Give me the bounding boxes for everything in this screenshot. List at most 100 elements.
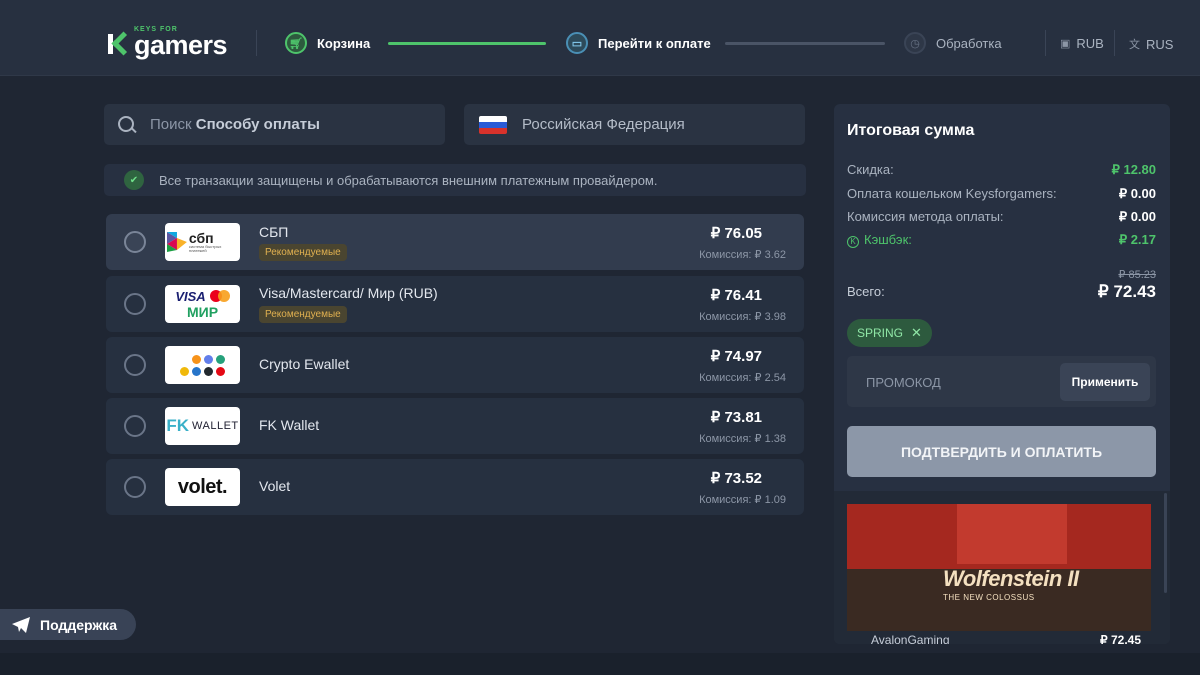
method-price: ₽ 76.05: [710, 225, 762, 242]
progress-line-done: [388, 42, 546, 45]
shield-icon: ✔: [124, 170, 144, 190]
cashback-icon: K: [847, 236, 859, 248]
cover-sky: [957, 504, 1067, 564]
method-name: FK Wallet: [259, 417, 320, 433]
mastercard-icon: [209, 290, 230, 302]
method-fee: Комиссия: ₽ 2.54: [699, 372, 786, 384]
payment-search-input[interactable]: Поиск Способу оплаты: [104, 104, 445, 145]
cashback-value: ₽ 2.17: [1118, 232, 1156, 247]
logo-word: gamers: [134, 30, 228, 60]
game-subtitle: THE NEW COLOSSUS: [943, 593, 1035, 602]
mir-logo-text: МИР: [186, 303, 219, 320]
header-divider: [256, 30, 257, 56]
support-button[interactable]: Поддержка: [0, 609, 136, 640]
radio-button[interactable]: [124, 293, 146, 315]
notice-text: Все транзакции защищены и обрабатываются…: [159, 172, 658, 188]
progress-line-pending: [725, 42, 885, 45]
fk-mark-icon: FK: [166, 416, 190, 435]
step-checkout[interactable]: ▭ Перейти к оплате: [566, 32, 711, 54]
method-fee: Комиссия: ₽ 3.98: [699, 311, 786, 323]
payment-method-volet[interactable]: volet. Volet ₽ 73.52 Комиссия: ₽ 1.09: [106, 459, 804, 515]
method-price: ₽ 74.97: [710, 348, 762, 365]
seller-name: AvalonGaming: [871, 633, 950, 644]
step-cart[interactable]: 🛒︎ Корзина: [285, 32, 370, 54]
country-name: Российская Федерация: [522, 116, 685, 133]
sbp-logo-subtext: система быстрых платежей: [188, 244, 222, 253]
total-value: ₽ 72.43: [1097, 282, 1156, 301]
cart-item-preview: Wolfenstein II THE NEW COLOSSUS AvalonGa…: [834, 491, 1170, 644]
telegram-icon: [12, 616, 30, 633]
method-fee: Комиссия: ₽ 3.62: [699, 249, 786, 261]
confirm-pay-button[interactable]: ПОДТВЕРДИТЬ И ОПЛАТИТЬ: [847, 426, 1156, 477]
payment-method-sbp[interactable]: сбп система быстрых платежей СБП Рекомен…: [106, 214, 804, 270]
total-label: Всего:: [847, 284, 885, 299]
summary-row-cashback: K Кэшбэк: ₽ 2.17: [847, 232, 1156, 248]
russia-flag-icon: [479, 115, 507, 134]
clock-icon: ◷: [904, 32, 926, 54]
search-icon: [118, 115, 136, 134]
volet-logo: volet.: [165, 468, 240, 506]
payment-method-crypto[interactable]: Crypto Ewallet ₽ 74.97 Комиссия: ₽ 2.54: [106, 337, 804, 393]
support-label: Поддержка: [40, 616, 118, 633]
item-price: ₽ 72.45: [1100, 633, 1141, 644]
sbp-logo-text: сбп: [188, 230, 214, 246]
summary-title: Итоговая сумма: [847, 122, 975, 139]
cashback-label: K Кэшбэк:: [847, 232, 912, 248]
currency-selector[interactable]: ▣ RUB: [1060, 36, 1104, 51]
radio-button[interactable]: [124, 415, 146, 437]
translate-icon: 文: [1129, 39, 1140, 51]
header-divider: [1045, 30, 1046, 56]
step-processing: ◷ Обработка: [904, 32, 1002, 54]
bottom-strip: [0, 653, 1200, 675]
search-placeholder-bold: Способу оплаты: [195, 116, 320, 133]
promo-placeholder: ПРОМОКОД: [866, 375, 941, 390]
cart-item-meta: AvalonGaming ₽ 72.45: [847, 633, 1151, 644]
method-name: Crypto Ewallet: [259, 356, 350, 372]
crypto-coins-icon: [180, 354, 225, 376]
wallet-label: Оплата кошельком Keysforgamers:: [847, 186, 1057, 201]
card-icon: ▭: [566, 32, 588, 54]
fk-wallet-logo: FK WALLET: [165, 407, 240, 445]
volet-logo-text: volet.: [177, 475, 228, 498]
summary-row-discount: Скидка: ₽ 12.80: [847, 162, 1156, 178]
step-cart-label: Корзина: [317, 35, 371, 51]
method-name: СБП: [259, 224, 289, 240]
visa-logo-text: VISA: [175, 288, 206, 304]
radio-button[interactable]: [124, 476, 146, 498]
promo-code-input[interactable]: ПРОМОКОД Применить: [847, 356, 1156, 407]
radio-button[interactable]: [124, 354, 146, 376]
country-selector[interactable]: Российская Федерация: [464, 104, 805, 145]
close-icon[interactable]: ✕: [911, 325, 922, 341]
method-price: ₽ 73.52: [710, 470, 762, 487]
language-label: RUS: [1146, 36, 1174, 52]
cart-icon: 🛒︎: [285, 32, 307, 54]
payment-method-card[interactable]: VISA МИР Visa/Mastercard/ Мир (RUB) Реко…: [106, 276, 804, 332]
security-notice: ✔ Все транзакции защищены и обрабатывают…: [104, 164, 806, 196]
method-fee: Комиссия: ₽ 1.38: [699, 433, 786, 445]
step-checkout-label: Перейти к оплате: [598, 35, 711, 51]
apply-promo-button[interactable]: Применить: [1060, 363, 1150, 401]
method-name: Visa/Mastercard/ Мир (RUB): [259, 285, 438, 301]
coupon-code: SPRING: [857, 326, 904, 340]
game-cover-art[interactable]: Wolfenstein II THE NEW COLOSSUS: [847, 504, 1151, 631]
language-selector[interactable]: 文 RUS: [1129, 36, 1173, 52]
logo-k-mark: [106, 32, 132, 58]
method-price: ₽ 76.41: [710, 287, 762, 304]
fee-value: ₽ 0.00: [1118, 209, 1156, 224]
search-placeholder-prefix: Поиск: [150, 116, 196, 133]
recommended-badge: Рекомендуемые: [259, 306, 347, 323]
crypto-logo: [165, 346, 240, 384]
search-placeholder: Поиск Способу оплаты: [150, 116, 320, 133]
logo-tagline: KEYS FOR: [134, 26, 178, 33]
header-divider: [1114, 30, 1115, 56]
applied-coupon-chip: SPRING ✕: [847, 319, 932, 347]
sbp-logo: сбп система быстрых платежей: [165, 223, 240, 261]
scrollbar[interactable]: [1164, 493, 1167, 593]
currency-label: RUB: [1076, 36, 1104, 51]
radio-button[interactable]: [124, 231, 146, 253]
step-processing-label: Обработка: [936, 35, 1002, 51]
payment-method-fk-wallet[interactable]: FK WALLET FK Wallet ₽ 73.81 Комиссия: ₽ …: [106, 398, 804, 454]
cashback-label-text: Кэшбэк:: [864, 232, 912, 247]
discount-label: Скидка:: [847, 162, 894, 177]
site-logo[interactable]: KEYS FOR gamers: [106, 26, 228, 60]
